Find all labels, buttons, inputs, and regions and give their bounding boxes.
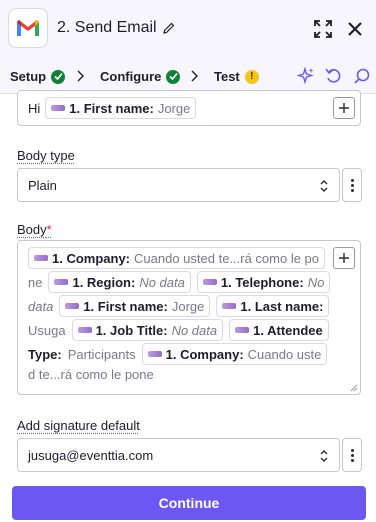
pill-label: 1. Company:	[165, 346, 244, 362]
tab-setup-label: Setup	[10, 69, 47, 84]
tab-test-label: Test	[214, 69, 240, 84]
pill-label: 1. First name:	[69, 100, 154, 116]
eventtia-logo-icon	[202, 279, 217, 285]
chevron-right-icon	[77, 70, 84, 82]
pill-label: 1. Job Title:	[95, 322, 168, 338]
body-line: data 1. First name: Jorge 1. Last name:	[28, 295, 330, 317]
subject-field[interactable]: Hi 1. First name: Jorge	[17, 90, 361, 126]
chevron-up-down-icon	[320, 180, 328, 192]
step-header: 2. Send Email	[0, 0, 376, 58]
tab-setup[interactable]: Setup	[10, 69, 66, 84]
body-type-more-button[interactable]	[342, 168, 362, 202]
eventtia-logo-icon	[147, 351, 162, 357]
pill-value: No data	[139, 274, 185, 290]
signature-more-button[interactable]	[342, 438, 362, 472]
pill-value: Jorge	[171, 298, 205, 314]
eventtia-logo-icon	[54, 279, 69, 285]
body-text-fragment: Type:	[28, 346, 62, 362]
resize-handle-icon[interactable]	[350, 384, 358, 392]
signature-label: Add signature default	[17, 418, 140, 433]
gmail-icon	[8, 8, 48, 48]
body-label-text: Body	[17, 222, 47, 237]
body-line: d te...rá como le pone	[28, 367, 154, 382]
step-title-text: 2. Send Email	[57, 19, 157, 36]
field-pill[interactable]: 1. Region: No data	[48, 271, 191, 293]
continue-button[interactable]: Continue	[12, 486, 366, 520]
pill-label: 1. Company:	[52, 250, 131, 266]
body-line: 1. Company: Cuando usted te...rá como le …	[28, 247, 326, 269]
body-line: Type: Participants 1. Company: Cuando uste	[28, 343, 328, 365]
body-type-select[interactable]: Plain	[17, 168, 340, 202]
pill-value: Cuando uste	[247, 346, 322, 362]
subject-prefix: Hi	[28, 100, 41, 116]
eventtia-logo-icon	[34, 255, 48, 261]
tab-configure-label: Configure	[100, 69, 162, 84]
check-icon	[166, 69, 181, 84]
pill-value: No	[307, 274, 325, 290]
body-label: Body*	[17, 222, 52, 237]
pill-value: Cuando usted te...rá como le po	[134, 250, 320, 266]
body-editor[interactable]: 1. Company: Cuando usted te...rá como le …	[17, 240, 361, 395]
body-text-fragment: Participants	[67, 346, 136, 362]
tab-configure[interactable]: Configure	[100, 69, 181, 84]
pill-label: 1. Attendee	[253, 322, 323, 338]
undo-icon[interactable]	[325, 67, 343, 85]
eventtia-logo-icon	[65, 303, 80, 309]
insert-data-button[interactable]	[333, 97, 355, 119]
step-title[interactable]: 2. Send Email	[57, 19, 175, 37]
field-pill[interactable]: 1. Attendee	[229, 319, 329, 341]
body-text-fragment: Usuga	[28, 322, 66, 338]
field-pill[interactable]: 1. Company: Cuando uste	[141, 343, 328, 365]
pill-value: Jorge	[157, 100, 191, 116]
expand-icon[interactable]	[312, 18, 334, 40]
pill-label: 1. Last name:	[240, 298, 324, 314]
pencil-icon[interactable]	[162, 22, 175, 34]
pill-value: No data	[171, 322, 218, 338]
field-pill[interactable]: 1. Telephone: No	[196, 271, 331, 293]
check-icon	[51, 69, 66, 84]
body-type-label: Body type	[17, 148, 75, 163]
signature-select[interactable]: jusuga@eventtia.com	[17, 438, 340, 472]
eventtia-logo-icon	[77, 327, 92, 333]
required-mark: *	[46, 222, 52, 237]
pill-label: 1. First name:	[83, 298, 168, 314]
field-pill[interactable]: 1. Last name:	[216, 295, 330, 317]
close-icon[interactable]	[344, 18, 366, 40]
body-text-fragment: d te...rá como le pone	[28, 367, 154, 382]
pill-label: 1. Region:	[72, 274, 136, 290]
body-line: Usuga 1. Job Title: No data 1. Attendee	[28, 319, 329, 341]
insert-data-button[interactable]	[333, 247, 355, 269]
eventtia-logo-icon	[51, 105, 66, 111]
field-pill[interactable]: 1. First name: Jorge	[45, 97, 197, 119]
pill-label: 1. Telephone:	[220, 274, 304, 290]
sparkle-icon[interactable]	[297, 67, 315, 85]
eventtia-logo-icon	[235, 327, 250, 333]
eventtia-logo-icon	[222, 303, 237, 309]
warning-icon: !	[244, 69, 259, 84]
field-pill[interactable]: 1. Job Title: No data	[71, 319, 224, 341]
field-pill[interactable]: 1. Company: Cuando usted te...rá como le …	[28, 247, 326, 269]
chevron-up-down-icon	[320, 450, 328, 462]
search-icon[interactable]	[353, 67, 371, 85]
step-tabs: Setup Configure Test !	[0, 58, 376, 94]
chevron-right-icon	[191, 70, 198, 82]
body-text-fragment: ne	[28, 274, 43, 290]
body-line: ne 1. Region: No data 1. Telephone: No	[28, 271, 331, 293]
body-type-value: Plain	[28, 178, 57, 193]
signature-value: jusuga@eventtia.com	[28, 448, 154, 463]
body-text-fragment: data	[28, 298, 54, 314]
tab-test[interactable]: Test !	[214, 69, 259, 84]
field-pill[interactable]: 1. First name: Jorge	[59, 295, 211, 317]
